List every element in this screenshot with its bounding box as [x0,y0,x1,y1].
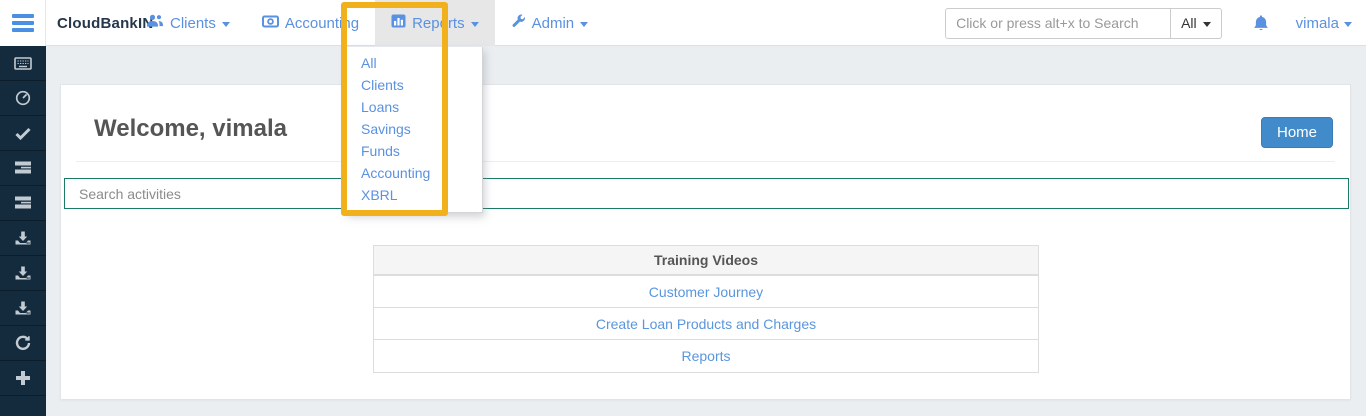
top-navbar: CloudBankIN Clients Accounting Reports [0,0,1366,46]
notifications-bell-icon[interactable] [1252,14,1270,33]
global-search: All [945,8,1222,39]
hamburger-icon [12,11,34,36]
main-menu: Clients Accounting Reports Admin [130,0,604,46]
dropdown-item-accounting[interactable]: Accounting [346,162,482,184]
divider [76,161,1335,162]
table-row[interactable]: Create Loan Products and Charges [374,308,1038,340]
nav-item-accounting[interactable]: Accounting [246,0,375,46]
nav-label: Reports [412,15,465,32]
search-scope-value: All [1181,15,1197,31]
nav-item-admin[interactable]: Admin [495,0,605,46]
content-card: Welcome, vimala Home Training Videos Cus… [60,84,1351,400]
chevron-down-icon [222,22,230,27]
home-button[interactable]: Home [1261,117,1333,148]
download-icon[interactable] [0,291,46,326]
download-icon[interactable] [0,256,46,291]
navbar-right-cluster: All vimala [945,0,1352,46]
reports-dropdown-menu: All Clients Loans Savings Funds Accounti… [345,47,483,213]
page-title: Welcome, vimala [94,115,287,143]
dropdown-item-funds[interactable]: Funds [346,140,482,162]
video-link[interactable]: Reports [681,348,730,364]
chevron-down-icon [1344,22,1352,27]
plus-icon[interactable] [0,361,46,396]
sidebar-toggle-button[interactable] [0,0,46,46]
nav-label: Admin [532,15,575,32]
table-row[interactable]: Reports [374,340,1038,372]
dropdown-item-all[interactable]: All [346,52,482,74]
global-search-input[interactable] [945,8,1171,39]
bar-chart-icon [391,14,406,32]
check-icon[interactable] [0,116,46,151]
nav-item-reports[interactable]: Reports [375,0,495,46]
nav-label: Accounting [285,15,359,32]
dropdown-item-xbrl[interactable]: XBRL [346,184,482,206]
search-scope-dropdown[interactable]: All [1171,8,1222,39]
nav-item-clients[interactable]: Clients [130,0,246,46]
nav-label: Clients [170,15,216,32]
left-icon-sidebar [0,46,46,416]
users-icon [146,14,164,32]
tasks-icon[interactable] [0,186,46,221]
chevron-down-icon [580,22,588,27]
video-link[interactable]: Customer Journey [649,284,763,300]
download-icon[interactable] [0,221,46,256]
money-bill-icon [262,15,279,32]
chevron-down-icon [471,22,479,27]
dropdown-item-clients[interactable]: Clients [346,74,482,96]
dashboard-icon[interactable] [0,81,46,116]
search-activities-input[interactable] [64,178,1349,209]
refresh-icon[interactable] [0,326,46,361]
user-menu[interactable]: vimala [1296,15,1352,32]
table-row[interactable]: Customer Journey [374,276,1038,308]
dropdown-item-savings[interactable]: Savings [346,118,482,140]
video-link[interactable]: Create Loan Products and Charges [596,316,816,332]
dropdown-item-loans[interactable]: Loans [346,96,482,118]
wrench-icon [511,14,526,33]
tasks-icon[interactable] [0,151,46,186]
keyboard-icon[interactable] [0,46,46,81]
training-videos-table: Training Videos Customer Journey Create … [373,245,1039,373]
table-header: Training Videos [374,246,1038,276]
username: vimala [1296,15,1339,32]
chevron-down-icon [1203,22,1211,27]
